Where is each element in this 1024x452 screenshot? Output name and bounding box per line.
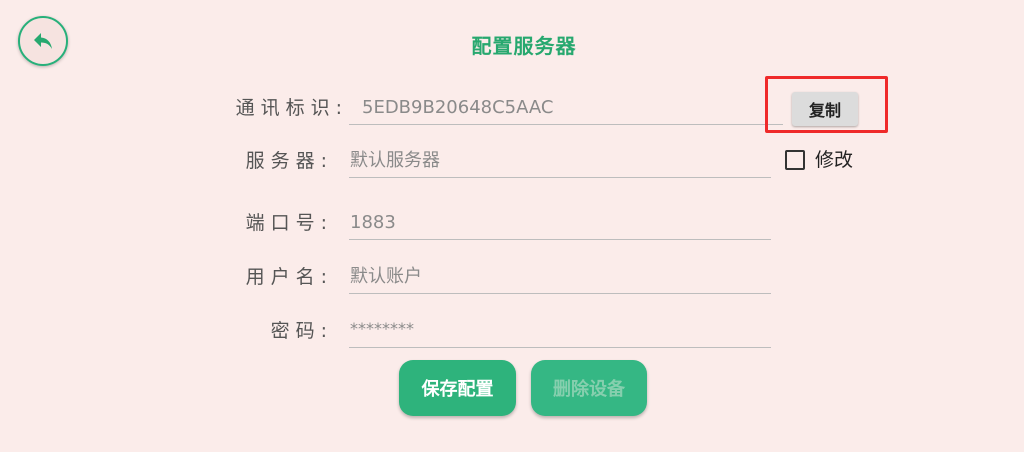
username-underline <box>349 293 771 294</box>
username-input[interactable]: 默认账户 <box>350 257 422 297</box>
copy-button[interactable]: 复制 <box>792 92 858 126</box>
comm-id-underline <box>349 124 783 125</box>
password-underline <box>349 347 771 348</box>
comm-id-label: 通讯标识: <box>235 97 348 119</box>
comm-id-value[interactable]: 5EDB9B20648C5AAC <box>362 88 554 128</box>
port-input[interactable]: 1883 <box>350 203 396 243</box>
modify-checkbox[interactable] <box>785 150 805 170</box>
server-label: 服务器: <box>245 150 333 172</box>
delete-device-button[interactable]: 删除设备 <box>531 360 647 416</box>
password-label: 密码: <box>270 320 333 342</box>
modify-label[interactable]: 修改 <box>815 145 853 175</box>
username-label: 用户名: <box>245 266 333 288</box>
page-title: 配置服务器 <box>471 34 577 58</box>
password-input[interactable]: ******** <box>350 309 414 349</box>
port-underline <box>349 239 771 240</box>
save-config-button[interactable]: 保存配置 <box>399 360 516 416</box>
port-label: 端口号: <box>245 212 333 234</box>
server-underline <box>349 177 771 178</box>
server-input[interactable]: 默认服务器 <box>350 141 440 181</box>
